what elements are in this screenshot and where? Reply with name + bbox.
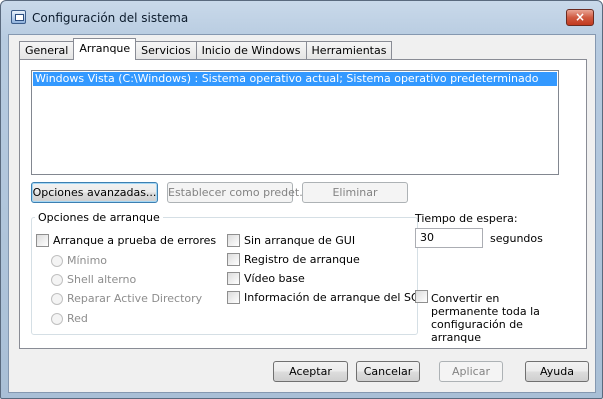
no-gui-boot-label: Sin arranque de GUI bbox=[244, 234, 356, 247]
radio-icon bbox=[51, 254, 63, 267]
radio-repair-ad[interactable]: Reparar Active Directory bbox=[51, 292, 202, 305]
no-gui-boot-checkbox[interactable]: Sin arranque de GUI bbox=[227, 234, 355, 247]
cancel-button[interactable]: Cancelar bbox=[356, 361, 420, 382]
safe-boot-label: Arranque a prueba de errores bbox=[53, 234, 217, 247]
os-boot-info-checkbox[interactable]: Información de arranque del SO bbox=[227, 291, 420, 304]
system-config-icon bbox=[11, 10, 26, 24]
system-config-window: Configuración del sistema × General Arra… bbox=[0, 0, 603, 399]
base-video-checkbox[interactable]: Vídeo base bbox=[227, 272, 305, 285]
checkbox-icon bbox=[227, 272, 240, 285]
boot-log-checkbox[interactable]: Registro de arranque bbox=[227, 253, 360, 266]
advanced-options-button[interactable]: Opciones avanzadas... bbox=[31, 182, 158, 203]
radio-icon bbox=[51, 312, 63, 325]
timeout-input[interactable]: 30 bbox=[415, 228, 483, 248]
persist-label: Convertir en permanente toda la configur… bbox=[431, 292, 540, 344]
title-bar: Configuración del sistema × bbox=[1, 1, 602, 35]
apply-button[interactable]: Aplicar bbox=[439, 361, 503, 382]
dialog-client: General Arranque Servicios Inicio de Win… bbox=[8, 34, 596, 393]
help-button[interactable]: Ayuda bbox=[525, 361, 589, 382]
safe-boot-checkbox[interactable]: Arranque a prueba de errores bbox=[36, 234, 216, 247]
boot-entry[interactable]: Windows Vista (C:\Windows) : Sistema ope… bbox=[33, 72, 557, 86]
radio-minimal-label: Mínimo bbox=[67, 254, 108, 267]
window-title: Configuración del sistema bbox=[32, 11, 189, 25]
boot-log-label: Registro de arranque bbox=[244, 253, 360, 266]
persist-checkbox[interactable] bbox=[415, 290, 432, 303]
tab-strip: General Arranque Servicios Inicio de Win… bbox=[19, 38, 393, 60]
tab-general[interactable]: General bbox=[19, 41, 75, 60]
radio-icon bbox=[51, 273, 63, 286]
radio-alternate-shell[interactable]: Shell alterno bbox=[51, 273, 136, 286]
radio-alternate-shell-label: Shell alterno bbox=[67, 273, 137, 286]
base-video-label: Vídeo base bbox=[244, 272, 305, 285]
checkbox-icon bbox=[227, 234, 240, 247]
ok-button[interactable]: Aceptar bbox=[273, 361, 348, 382]
tab-inicio-de-windows[interactable]: Inicio de Windows bbox=[195, 41, 307, 60]
tab-herramientas[interactable]: Herramientas bbox=[305, 41, 393, 60]
radio-network[interactable]: Red bbox=[51, 312, 88, 325]
boot-tab-panel: Windows Vista (C:\Windows) : Sistema ope… bbox=[19, 59, 587, 349]
close-icon: × bbox=[574, 10, 586, 24]
radio-repair-ad-label: Reparar Active Directory bbox=[67, 292, 203, 305]
checkbox-icon bbox=[415, 290, 428, 303]
timeout-label: Tiempo de espera: bbox=[415, 212, 518, 225]
checkbox-icon bbox=[227, 291, 240, 304]
tab-servicios[interactable]: Servicios bbox=[135, 41, 197, 60]
close-button[interactable]: × bbox=[566, 9, 594, 26]
checkbox-icon bbox=[36, 234, 49, 247]
timeout-unit: segundos bbox=[490, 232, 543, 245]
radio-minimal[interactable]: Mínimo bbox=[51, 254, 107, 267]
radio-icon bbox=[51, 292, 63, 305]
radio-network-label: Red bbox=[67, 312, 88, 325]
os-boot-info-label: Información de arranque del SO bbox=[244, 291, 420, 304]
boot-entries-list[interactable]: Windows Vista (C:\Windows) : Sistema ope… bbox=[31, 70, 559, 175]
checkbox-icon bbox=[227, 253, 240, 266]
tab-arranque[interactable]: Arranque bbox=[73, 38, 137, 60]
delete-button[interactable]: Eliminar bbox=[302, 182, 408, 203]
boot-options-legend: Opciones de arranque bbox=[38, 211, 160, 224]
set-default-button[interactable]: Establecer como predet. bbox=[167, 182, 303, 203]
